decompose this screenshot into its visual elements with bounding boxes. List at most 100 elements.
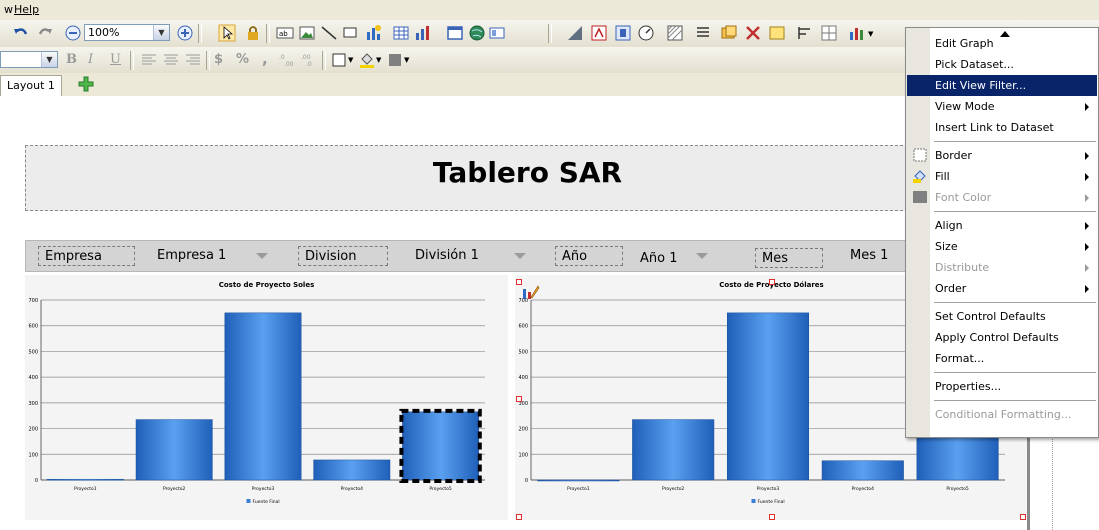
bar	[46, 478, 124, 481]
selection-handle[interactable]	[1020, 514, 1026, 520]
chevron-down-icon[interactable]: ▼	[868, 30, 873, 38]
filter-value-empresa[interactable]: Empresa 1	[157, 246, 226, 266]
chevron-down-icon[interactable]	[256, 253, 268, 259]
filter-value-mes[interactable]: Mes 1	[850, 246, 888, 266]
comma-button[interactable]: ,	[262, 50, 268, 68]
lock-icon[interactable]	[244, 24, 262, 42]
table-icon[interactable]	[392, 24, 410, 42]
menu-item-properties[interactable]: Properties...	[907, 376, 1097, 397]
x-tick-label: Proyecto1	[567, 486, 590, 492]
grid-icon[interactable]	[820, 24, 838, 42]
currency-button[interactable]: $	[214, 52, 223, 67]
bar-chart-icon[interactable]	[414, 24, 432, 42]
filter-label-mes[interactable]: Mes	[755, 248, 823, 268]
fill-bucket-icon[interactable]	[358, 51, 376, 69]
selection-handle[interactable]	[769, 514, 775, 520]
align-right-icon[interactable]	[184, 51, 202, 69]
align-left-icon[interactable]	[140, 51, 158, 69]
text-box-icon[interactable]: ab	[276, 24, 294, 42]
submenu-arrow-icon	[1085, 222, 1089, 230]
y-tick-label: 0	[525, 478, 528, 484]
globe-icon[interactable]	[468, 24, 486, 42]
menu-separator	[934, 372, 1096, 374]
percent-button[interactable]: %	[236, 52, 249, 67]
gauge-icon[interactable]	[637, 24, 655, 42]
redo-icon[interactable]	[36, 24, 54, 42]
y-tick-label: 500	[518, 349, 528, 355]
menu-item-set-control-defaults[interactable]: Set Control Defaults	[907, 306, 1097, 327]
filter-value-ano[interactable]: Año 1	[640, 249, 678, 269]
align-tool-icon[interactable]	[796, 24, 814, 42]
menu-view[interactable]: w	[4, 3, 13, 16]
list-icon[interactable]	[694, 24, 712, 42]
bold-button[interactable]: B	[66, 52, 77, 67]
tools-icon[interactable]	[744, 24, 762, 42]
bar	[726, 312, 810, 481]
chart-costo-soles[interactable]: Costo de Proyecto Soles 0 100 200 300 400 500 6…	[25, 275, 508, 520]
frame-icon[interactable]	[446, 24, 464, 42]
increase-decimal-icon[interactable]: .0.00	[278, 51, 296, 69]
filter-label-ano[interactable]: Año	[555, 246, 623, 266]
y-tick-label: 400	[28, 375, 38, 381]
x-tick-label: Proyecto3	[757, 486, 780, 492]
undo-icon[interactable]	[12, 24, 30, 42]
add-tab-icon[interactable]	[78, 76, 94, 92]
window-icon[interactable]	[720, 24, 738, 42]
italic-button[interactable]: I	[88, 52, 93, 67]
filter-value-division[interactable]: División 1	[415, 246, 479, 266]
menu-item-insert-link-to-dataset[interactable]: Insert Link to Dataset	[907, 117, 1097, 138]
menu-separator	[934, 302, 1096, 304]
title-textbox[interactable]: Tablero SAR	[25, 145, 1028, 211]
selection-handle[interactable]	[516, 514, 522, 520]
chevron-down-icon[interactable]	[514, 253, 526, 259]
menu-item-edit-graph[interactable]: Edit Graph	[907, 33, 1097, 54]
edit-graph-icon[interactable]	[522, 283, 540, 301]
pdf-icon[interactable]	[590, 24, 608, 42]
menu-item-order[interactable]: Order	[907, 278, 1097, 299]
border-icon[interactable]	[330, 51, 348, 69]
chevron-down-icon: ▼	[153, 25, 169, 40]
menu-item-pick-dataset[interactable]: Pick Dataset...	[907, 54, 1097, 75]
menu-help[interactable]: Help	[14, 3, 39, 16]
filter-label-empresa[interactable]: Empresa	[38, 246, 135, 266]
zoom-out-icon[interactable]	[64, 24, 82, 42]
menu-item-size[interactable]: Size	[907, 236, 1097, 257]
underline-button[interactable]: U	[110, 52, 121, 67]
selection-handle[interactable]	[516, 396, 522, 402]
menu-separator	[934, 211, 1096, 213]
chevron-down-icon[interactable]: ▼	[348, 56, 353, 64]
align-center-icon[interactable]	[162, 51, 180, 69]
pattern-icon[interactable]	[666, 24, 684, 42]
filter-label-division[interactable]: Division	[298, 246, 388, 266]
menu-item-align[interactable]: Align	[907, 215, 1097, 236]
menu-item-format[interactable]: Format...	[907, 348, 1097, 369]
pointer-icon[interactable]	[218, 24, 236, 42]
image-icon[interactable]	[298, 24, 316, 42]
line-icon[interactable]	[320, 24, 338, 42]
zoom-in-icon[interactable]	[176, 24, 194, 42]
zoom-select[interactable]: 100% ▼	[84, 24, 170, 41]
menu-item-view-mode[interactable]: View Mode	[907, 96, 1097, 117]
shape-icon[interactable]	[342, 24, 360, 42]
insert-graph-icon[interactable]	[364, 24, 382, 42]
export-icon[interactable]	[566, 24, 584, 42]
chevron-down-icon[interactable]: ▼	[376, 56, 381, 64]
menu-item-edit-view-filter[interactable]: Edit View Filter...	[907, 75, 1097, 96]
font-color-icon[interactable]	[386, 51, 404, 69]
menu-item-apply-control-defaults[interactable]: Apply Control Defaults	[907, 327, 1097, 348]
decrease-decimal-icon[interactable]: .00.0	[300, 51, 318, 69]
menu-item-border[interactable]: Border	[907, 145, 1097, 166]
chevron-down-icon[interactable]: ▼	[404, 56, 409, 64]
font-size-select[interactable]: ▼	[0, 51, 58, 68]
selection-handle[interactable]	[769, 279, 775, 285]
bar	[821, 460, 904, 481]
note-icon[interactable]	[768, 24, 786, 42]
tab-layout-1[interactable]: Layout 1	[0, 75, 62, 96]
font-color-icon	[912, 190, 928, 204]
chevron-down-icon[interactable]	[696, 253, 708, 259]
layout-icon[interactable]	[488, 24, 506, 42]
bar	[402, 411, 480, 481]
html-icon[interactable]	[614, 24, 632, 42]
menu-item-fill[interactable]: Fill	[907, 166, 1097, 187]
chart-type-icon[interactable]	[848, 24, 866, 42]
